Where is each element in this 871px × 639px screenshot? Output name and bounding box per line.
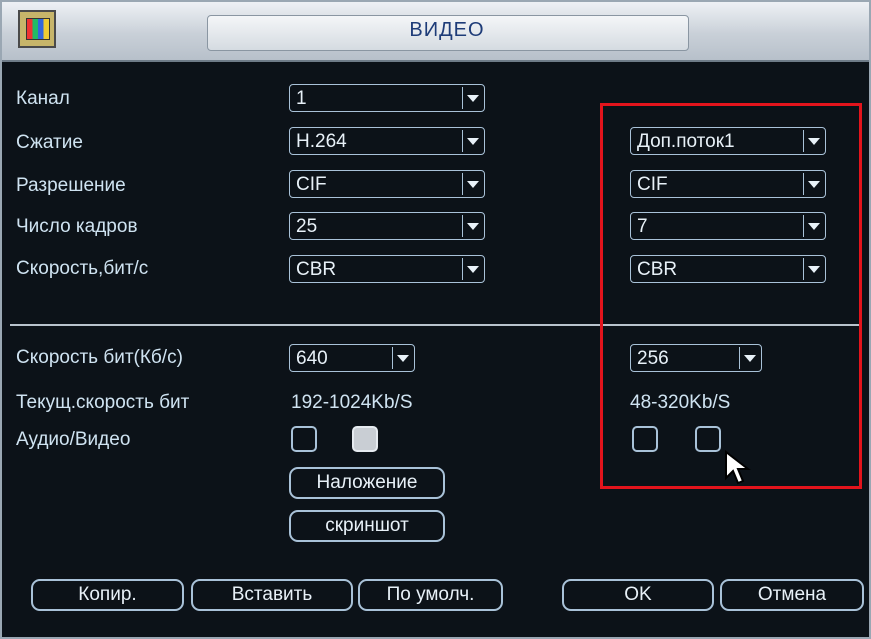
- cancel-button[interactable]: Отмена: [720, 579, 864, 611]
- bitrate-type-select[interactable]: CBR: [289, 255, 485, 283]
- extra-stream-highlight: [600, 103, 862, 489]
- resolution-value: CIF: [296, 174, 327, 195]
- monitor-icon: [18, 10, 56, 48]
- current-bitrate-value: 192-1024Kb/S: [291, 392, 413, 413]
- paste-button[interactable]: Вставить: [191, 579, 353, 611]
- current-bitrate-label: Текущ.скорость бит: [16, 392, 190, 413]
- video-checkbox[interactable]: [352, 426, 378, 452]
- chevron-down-icon[interactable]: [462, 87, 482, 109]
- frame-rate-value: 25: [296, 216, 318, 237]
- bitrate-type-label: Скорость,бит/с: [16, 258, 149, 279]
- chevron-down-icon[interactable]: [462, 215, 482, 237]
- overlay-button[interactable]: Наложение: [289, 467, 445, 499]
- audio-checkbox[interactable]: [291, 426, 317, 452]
- resolution-label: Разрешение: [16, 175, 126, 196]
- channel-select[interactable]: 1: [289, 84, 485, 112]
- bitrate-value: 640: [296, 348, 328, 369]
- audio-video-label: Аудио/Видео: [16, 429, 131, 450]
- video-settings-window: ВИДЕО Канал Сжатие Разрешение Число кадр…: [0, 0, 871, 639]
- compression-value: H.264: [296, 131, 347, 152]
- bitrate-type-value: CBR: [296, 259, 337, 280]
- channel-value: 1: [296, 88, 307, 109]
- bitrate-label: Скорость бит(Кб/с): [16, 347, 183, 368]
- snapshot-button[interactable]: скриншот: [289, 510, 445, 542]
- copy-button[interactable]: Копир.: [31, 579, 184, 611]
- compression-select[interactable]: H.264: [289, 127, 485, 155]
- bitrate-select[interactable]: 640: [289, 344, 415, 372]
- window-title: ВИДЕО: [409, 19, 485, 41]
- frame-rate-label: Число кадров: [16, 216, 138, 237]
- compression-label: Сжатие: [16, 132, 83, 153]
- default-button[interactable]: По умолч.: [358, 579, 503, 611]
- chevron-down-icon[interactable]: [462, 258, 482, 280]
- ok-button[interactable]: OK: [562, 579, 714, 611]
- channel-label: Канал: [16, 88, 70, 109]
- chevron-down-icon[interactable]: [462, 130, 482, 152]
- mouse-pointer-icon: [725, 450, 751, 485]
- chevron-down-icon[interactable]: [392, 347, 412, 369]
- resolution-select[interactable]: CIF: [289, 170, 485, 198]
- chevron-down-icon[interactable]: [462, 173, 482, 195]
- title-bar: ВИДЕО: [2, 2, 869, 62]
- frame-rate-select[interactable]: 25: [289, 212, 485, 240]
